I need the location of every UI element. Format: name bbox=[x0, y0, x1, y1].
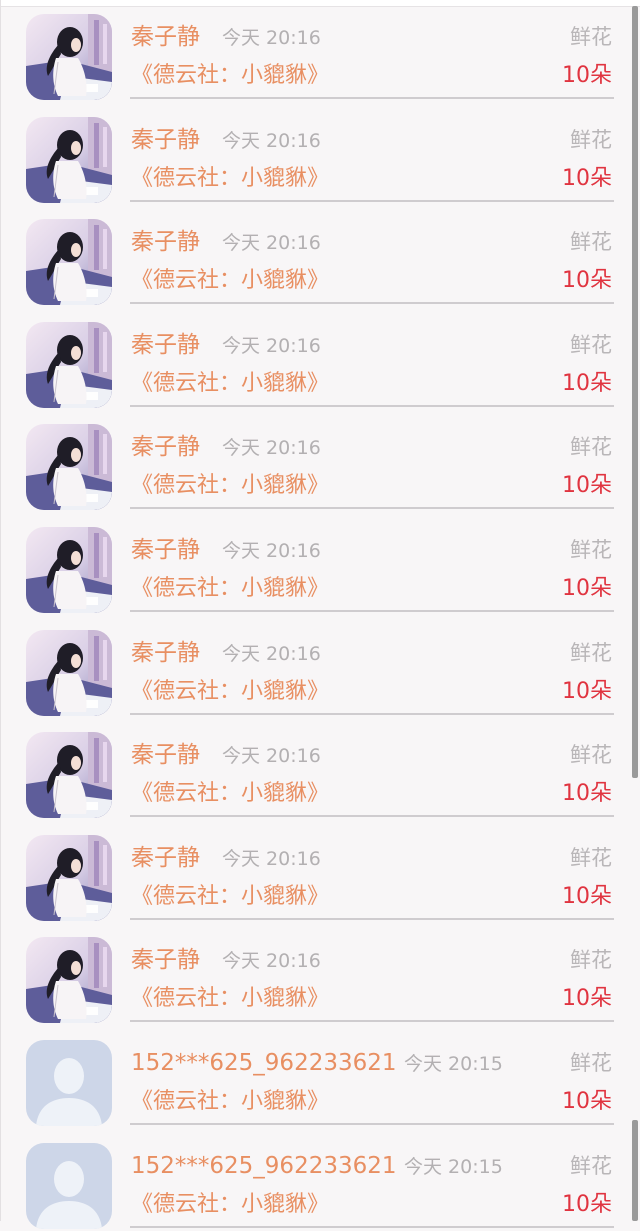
work-title-link[interactable]: 《德云社：小貔貅》 bbox=[131, 779, 329, 809]
row-divider bbox=[130, 1226, 614, 1228]
row-divider bbox=[130, 302, 614, 304]
row-divider bbox=[130, 610, 614, 612]
default-avatar-icon[interactable] bbox=[26, 1040, 112, 1126]
work-title-link[interactable]: 《德云社：小貔貅》 bbox=[131, 677, 329, 707]
gift-type-label: 鲜花 bbox=[570, 435, 612, 459]
default-avatar-icon[interactable] bbox=[26, 1143, 112, 1229]
scrollbar-thumb[interactable] bbox=[632, 6, 638, 778]
user-avatar[interactable] bbox=[26, 835, 112, 921]
gift-time: 今天 20:16 bbox=[222, 950, 321, 972]
sender-name[interactable]: 秦子静 bbox=[131, 638, 200, 668]
work-title-link[interactable]: 《德云社：小貔貅》 bbox=[131, 369, 329, 399]
work-title-link[interactable]: 《德云社：小貔貅》 bbox=[131, 1087, 329, 1117]
user-avatar[interactable] bbox=[26, 424, 112, 510]
sender-name[interactable]: 152***625_962233621 bbox=[131, 1151, 397, 1181]
row-divider bbox=[130, 97, 614, 99]
gift-type-label: 鲜花 bbox=[570, 1154, 612, 1178]
gift-time: 今天 20:16 bbox=[222, 540, 321, 562]
row-divider bbox=[130, 1020, 614, 1022]
sender-name[interactable]: 秦子静 bbox=[131, 843, 200, 873]
user-avatar[interactable] bbox=[26, 937, 112, 1023]
gift-record-row[interactable]: 秦子静 今天 20:16 鲜花《德云社：小貔貅》 10朵 bbox=[0, 205, 640, 307]
gift-type-label: 鲜花 bbox=[570, 846, 612, 870]
gift-time: 今天 20:15 bbox=[404, 1156, 503, 1178]
gift-count: 10朵 bbox=[562, 371, 612, 396]
row-divider bbox=[130, 507, 614, 509]
row-divider bbox=[130, 918, 614, 920]
gift-count: 10朵 bbox=[562, 268, 612, 293]
user-avatar[interactable] bbox=[26, 219, 112, 305]
gift-count: 10朵 bbox=[562, 1192, 612, 1217]
gift-type-label: 鲜花 bbox=[570, 538, 612, 562]
user-avatar[interactable] bbox=[26, 630, 112, 716]
row-divider bbox=[130, 713, 614, 715]
gift-record-row[interactable]: 秦子静 今天 20:16 鲜花《德云社：小貔貅》 10朵 bbox=[0, 308, 640, 410]
gift-time: 今天 20:16 bbox=[222, 232, 321, 254]
work-title-link[interactable]: 《德云社：小貔貅》 bbox=[131, 1190, 329, 1220]
gift-count: 10朵 bbox=[562, 781, 612, 806]
gift-record-row[interactable]: 秦子静 今天 20:16 鲜花《德云社：小貔貅》 10朵 bbox=[0, 513, 640, 615]
gift-count: 10朵 bbox=[562, 166, 612, 191]
gift-time: 今天 20:15 bbox=[404, 1053, 503, 1075]
gift-type-label: 鲜花 bbox=[570, 948, 612, 972]
gift-type-label: 鲜花 bbox=[570, 128, 612, 152]
gift-count: 10朵 bbox=[562, 63, 612, 88]
gift-time: 今天 20:16 bbox=[222, 848, 321, 870]
gift-record-row[interactable]: 秦子静 今天 20:16 鲜花《德云社：小貔貅》 10朵 bbox=[0, 0, 640, 102]
row-divider bbox=[130, 405, 614, 407]
sender-name[interactable]: 秦子静 bbox=[131, 432, 200, 462]
user-avatar[interactable] bbox=[26, 322, 112, 408]
work-title-link[interactable]: 《德云社：小貔貅》 bbox=[131, 266, 329, 296]
work-title-link[interactable]: 《德云社：小貔貅》 bbox=[131, 882, 329, 912]
gift-record-row[interactable]: 152***625_962233621 今天 20:15 鲜花《德云社：小貔貅》 10… bbox=[0, 1129, 640, 1231]
row-divider bbox=[130, 1123, 614, 1125]
gift-time: 今天 20:16 bbox=[222, 27, 321, 49]
gift-record-row[interactable]: 秦子静 今天 20:16 鲜花《德云社：小貔貅》 10朵 bbox=[0, 410, 640, 512]
gift-time: 今天 20:16 bbox=[222, 643, 321, 665]
gift-record-row[interactable]: 秦子静 今天 20:16 鲜花《德云社：小貔貅》 10朵 bbox=[0, 923, 640, 1025]
scrollbar-thumb-lower[interactable] bbox=[632, 1120, 638, 1221]
sender-name[interactable]: 秦子静 bbox=[131, 740, 200, 770]
gift-count: 10朵 bbox=[562, 473, 612, 498]
gift-record-row[interactable]: 秦子静 今天 20:16 鲜花《德云社：小貔貅》 10朵 bbox=[0, 616, 640, 718]
sender-name[interactable]: 秦子静 bbox=[131, 125, 200, 155]
sender-name[interactable]: 秦子静 bbox=[131, 227, 200, 257]
user-avatar[interactable] bbox=[26, 527, 112, 613]
gift-count: 10朵 bbox=[562, 986, 612, 1011]
user-avatar[interactable] bbox=[26, 117, 112, 203]
gift-record-row[interactable]: 秦子静 今天 20:16 鲜花《德云社：小貔貅》 10朵 bbox=[0, 103, 640, 205]
sender-name[interactable]: 秦子静 bbox=[131, 945, 200, 975]
gift-record-list[interactable]: 秦子静 今天 20:16 鲜花 《德云社：小貔貅》 10朵 秦子静 今天 20:16 鲜花《… bbox=[0, 0, 640, 1229]
sender-name[interactable]: 152***625_962233621 bbox=[131, 1048, 397, 1078]
gift-time: 今天 20:16 bbox=[222, 437, 321, 459]
user-avatar[interactable] bbox=[26, 732, 112, 818]
work-title-link[interactable]: 《德云社：小貔貅》 bbox=[131, 61, 329, 91]
gift-time: 今天 20:16 bbox=[222, 130, 321, 152]
gift-time: 今天 20:16 bbox=[222, 335, 321, 357]
sender-name[interactable]: 秦子静 bbox=[131, 535, 200, 565]
gift-type-label: 鲜花 bbox=[570, 25, 612, 49]
gift-type-label: 鲜花 bbox=[570, 230, 612, 254]
work-title-link[interactable]: 《德云社：小貔貅》 bbox=[131, 164, 329, 194]
gift-record-row[interactable]: 152***625_962233621 今天 20:15 鲜花《德云社：小貔貅》 10… bbox=[0, 1026, 640, 1128]
sender-name[interactable]: 秦子静 bbox=[131, 330, 200, 360]
gift-count: 10朵 bbox=[562, 576, 612, 601]
gift-count: 10朵 bbox=[562, 1089, 612, 1114]
gift-count: 10朵 bbox=[562, 884, 612, 909]
gift-count: 10朵 bbox=[562, 679, 612, 704]
sender-name[interactable]: 秦子静 bbox=[131, 22, 200, 52]
row-divider bbox=[130, 200, 614, 202]
gift-record-row[interactable]: 秦子静 今天 20:16 鲜花《德云社：小貔貅》 10朵 bbox=[0, 718, 640, 820]
gift-record-row[interactable]: 秦子静 今天 20:16 鲜花《德云社：小貔貅》 10朵 bbox=[0, 821, 640, 923]
work-title-link[interactable]: 《德云社：小貔貅》 bbox=[131, 984, 329, 1014]
gift-type-label: 鲜花 bbox=[570, 333, 612, 357]
work-title-link[interactable]: 《德云社：小貔貅》 bbox=[131, 471, 329, 501]
gift-type-label: 鲜花 bbox=[570, 641, 612, 665]
gift-type-label: 鲜花 bbox=[570, 1051, 612, 1075]
row-divider bbox=[130, 815, 614, 817]
gift-time: 今天 20:16 bbox=[222, 745, 321, 767]
gift-type-label: 鲜花 bbox=[570, 743, 612, 767]
work-title-link[interactable]: 《德云社：小貔貅》 bbox=[131, 574, 329, 604]
user-avatar[interactable] bbox=[26, 14, 112, 100]
